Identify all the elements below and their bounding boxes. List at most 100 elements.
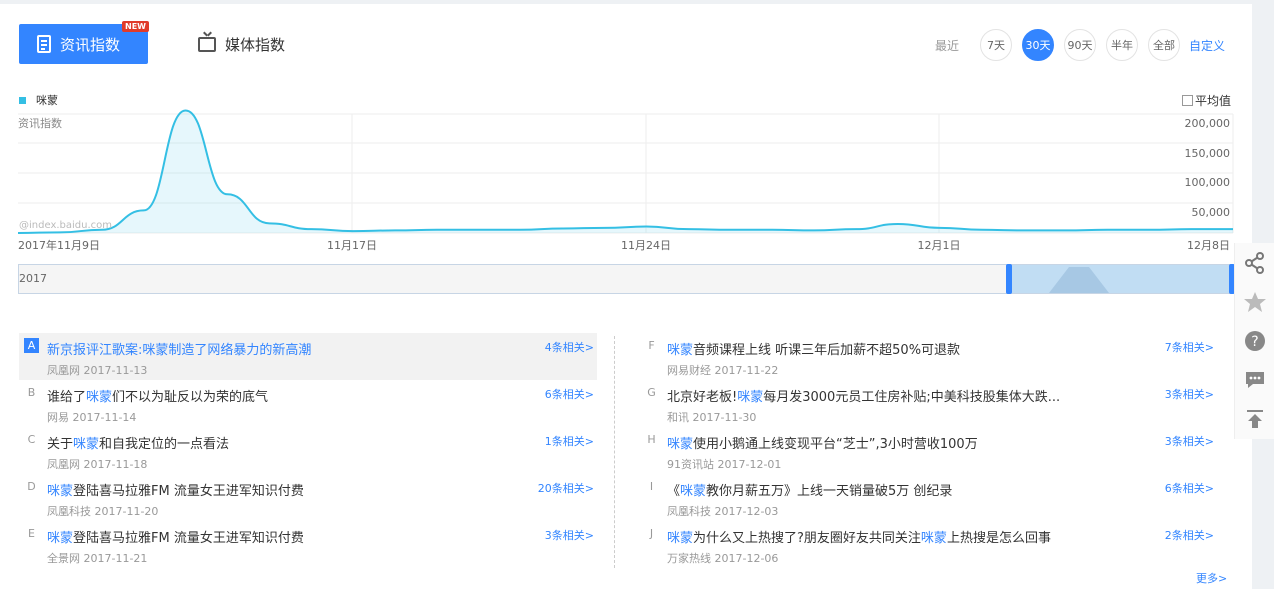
news-related-link[interactable]: 3条相关> xyxy=(1165,386,1214,402)
chart-watermark: @index.baidu.com xyxy=(19,220,112,231)
news-list-right: F 咪蒙音频课程上线 听课三年后加薪不超50%可退款 网易财经 2017-11-22… xyxy=(639,333,1217,568)
news-title-keyword: 咪蒙 xyxy=(667,531,694,546)
news-item[interactable]: G 北京好老板!咪蒙每月发3000元员工住房补贴;中美科技股集体大跌... 和讯 2… xyxy=(639,380,1217,427)
news-source: 全景网 2017-11-21 xyxy=(47,552,148,565)
news-source: 和讯 2017-11-30 xyxy=(667,411,757,424)
news-item[interactable]: F 咪蒙音频课程上线 听课三年后加薪不超50%可退款网易财经 2017-11-22… xyxy=(639,333,1217,380)
legend-swatch xyxy=(19,96,26,104)
news-source: 网易财经 2017-11-22 xyxy=(667,364,779,377)
news-title-text: 音频课程上线 听课三年后加薪不超50%可退款 xyxy=(693,343,961,358)
news-title-keyword: 咪蒙 xyxy=(73,437,100,452)
slider-mini-graph xyxy=(1009,267,1233,293)
y-tick-label: 100,000 xyxy=(1185,176,1231,189)
slider-selection[interactable] xyxy=(1009,265,1233,293)
news-title-text: 登陆喜马拉雅FM 流量女王进军知识付费 xyxy=(73,531,304,546)
news-related-link[interactable]: 6条相关> xyxy=(545,386,594,402)
news-letter: E xyxy=(28,527,35,540)
news-source: 凤凰网 2017-11-13 xyxy=(47,364,148,377)
news-letter: H xyxy=(647,433,656,446)
news-source: 凤凰网 2017-11-18 xyxy=(47,458,148,471)
news-title[interactable]: 咪蒙登陆喜马拉雅FM 流量女王进军知识付费 xyxy=(47,521,597,546)
more-link[interactable]: 更多> xyxy=(1196,570,1227,586)
news-letter: F xyxy=(648,339,655,352)
news-title[interactable]: 谁给了咪蒙们不以为耻反以为荣的底气 xyxy=(47,380,597,405)
y-tick-label: 150,000 xyxy=(1185,147,1231,160)
news-item[interactable]: H 咪蒙使用小鹅通上线变现平台“芝士”,3小时营收100万 91资讯站 2017-1… xyxy=(639,427,1217,474)
range-7d-button[interactable]: 7天 xyxy=(980,29,1012,61)
tv-icon xyxy=(198,36,216,52)
news-title[interactable]: 北京好老板!咪蒙每月发3000元员工住房补贴;中美科技股集体大跌... xyxy=(667,380,1217,405)
news-related-link[interactable]: 4条相关> xyxy=(545,339,594,355)
news-related-link[interactable]: 6条相关> xyxy=(1165,480,1214,496)
news-related-link[interactable]: 20条相关> xyxy=(538,480,594,496)
news-item[interactable]: A 新京报评江歌案:咪蒙制造了网络暴力的新高潮 凤凰网 2017-11-13 4条相关… xyxy=(19,333,597,380)
help-icon: ? xyxy=(1245,330,1265,351)
y-axis-label: 资讯指数 xyxy=(18,116,62,130)
news-title-keyword: 咪蒙 xyxy=(47,531,74,546)
news-letter: G xyxy=(647,386,656,399)
x-tick-label: 2017年11月9日 xyxy=(18,238,100,252)
range-30d-button[interactable]: 30天 xyxy=(1022,29,1054,61)
time-slider[interactable]: 2017 xyxy=(18,264,1235,294)
news-letter: C xyxy=(27,433,36,446)
help-button[interactable]: ? xyxy=(1235,321,1274,360)
range-all-button[interactable]: 全部 xyxy=(1148,29,1180,61)
news-title-keyword: 咪蒙 xyxy=(86,390,113,405)
news-title-text: 新京报评江歌案:咪蒙制造了网络暴力的新高潮 xyxy=(47,343,312,358)
news-divider xyxy=(614,336,615,568)
news-letter: A xyxy=(24,338,39,353)
news-related-link[interactable]: 2条相关> xyxy=(1165,527,1214,543)
favorite-button[interactable] xyxy=(1235,282,1274,321)
share-button[interactable] xyxy=(1235,243,1274,282)
news-item[interactable]: E 咪蒙登陆喜马拉雅FM 流量女王进军知识付费全景网 2017-11-21 3条相关… xyxy=(19,521,597,568)
tab-news-index[interactable]: 资讯指数 NEW xyxy=(19,21,149,64)
news-item[interactable]: C 关于咪蒙和自我定位的一点看法凤凰网 2017-11-18 1条相关> xyxy=(19,427,597,474)
news-title[interactable]: 咪蒙登陆喜马拉雅FM 流量女王进军知识付费 xyxy=(47,474,597,499)
x-tick-label: 11月17日 xyxy=(327,239,377,252)
top-strip xyxy=(0,0,1274,4)
news-letter: J xyxy=(649,527,654,540)
range-half-year-button[interactable]: 半年 xyxy=(1106,29,1138,61)
news-title[interactable]: 咪蒙为什么又上热搜了?朋友圈好友共同关注咪蒙上热搜是怎么回事 xyxy=(667,521,1217,546)
news-title-keyword: 咪蒙 xyxy=(667,437,694,452)
news-item[interactable]: D 咪蒙登陆喜马拉雅FM 流量女王进军知识付费 凤凰科技 2017-11-20 20条… xyxy=(19,474,597,521)
custom-range-link[interactable]: 自定义 xyxy=(1189,37,1225,54)
trend-chart: 200,000 150,000 100,000 50,000 资讯指数 @index.ba… xyxy=(17,109,1234,252)
news-title-text: 谁给了 xyxy=(47,390,87,405)
back-to-top-button[interactable] xyxy=(1235,399,1274,438)
tab-media-index-label: 媒体指数 xyxy=(225,35,286,54)
news-source: 91资讯站 2017-12-01 xyxy=(667,458,782,471)
news-title-text: 使用小鹅通上线变现平台“芝士”,3小时营收100万 xyxy=(693,437,978,452)
x-tick-label: 12月8日 xyxy=(1187,239,1230,252)
news-title[interactable]: 《咪蒙教你月薪五万》上线一天销量破5万 创纪录 xyxy=(667,474,1217,499)
news-title-keyword: 咪蒙 xyxy=(667,343,694,358)
svg-text:?: ? xyxy=(1251,334,1258,350)
news-title[interactable]: 咪蒙使用小鹅通上线变现平台“芝士”,3小时营收100万 xyxy=(667,427,1217,452)
news-title[interactable]: 咪蒙音频课程上线 听课三年后加薪不超50%可退款 xyxy=(667,333,1217,358)
tab-news-index-label: 资讯指数 xyxy=(60,35,121,54)
news-title-keyword: 咪蒙 xyxy=(920,531,947,546)
news-related-link[interactable]: 7条相关> xyxy=(1165,339,1214,355)
news-related-link[interactable]: 3条相关> xyxy=(545,527,594,543)
news-title-text: 为什么又上热搜了?朋友圈好友共同关注 xyxy=(693,531,921,546)
news-title-text: 登陆喜马拉雅FM 流量女王进军知识付费 xyxy=(73,484,304,499)
range-90d-button[interactable]: 90天 xyxy=(1064,29,1096,61)
news-item[interactable]: B 谁给了咪蒙们不以为耻反以为荣的底气 网易 2017-11-14 6条相关> xyxy=(19,380,597,427)
news-title[interactable]: 新京报评江歌案:咪蒙制造了网络暴力的新高潮 xyxy=(47,333,597,358)
slider-left-handle[interactable] xyxy=(1006,264,1012,294)
y-tick-label: 200,000 xyxy=(1185,117,1231,130)
news-item[interactable]: I 《咪蒙教你月薪五万》上线一天销量破5万 创纪录 凤凰科技 2017-12-03 6… xyxy=(639,474,1217,521)
news-item[interactable]: J 咪蒙为什么又上热搜了?朋友圈好友共同关注咪蒙上热搜是怎么回事 万家热线 2017… xyxy=(639,521,1217,568)
tab-media-index[interactable]: 媒体指数 xyxy=(198,30,285,58)
range-label: 最近 xyxy=(935,39,960,53)
feedback-button[interactable] xyxy=(1235,360,1274,399)
document-icon xyxy=(37,35,51,53)
news-title-text: 教你月薪五万》上线一天销量破5万 创纪录 xyxy=(706,484,953,499)
star-icon xyxy=(1244,291,1266,312)
news-related-link[interactable]: 3条相关> xyxy=(1165,433,1214,449)
news-title[interactable]: 关于咪蒙和自我定位的一点看法 xyxy=(47,427,597,452)
side-toolbar: ? xyxy=(1234,243,1274,439)
y-tick-label: 50,000 xyxy=(1192,206,1231,219)
news-related-link[interactable]: 1条相关> xyxy=(545,433,594,449)
news-title-text: 每月发3000元员工住房补贴;中美科技股集体大跌... xyxy=(763,390,1061,405)
